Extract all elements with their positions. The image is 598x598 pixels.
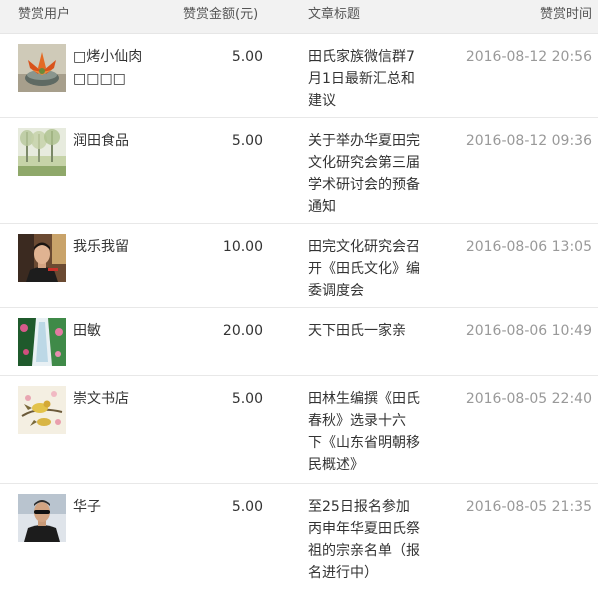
article-title[interactable]: 田林生编撰《田氏春秋》选录十六 下《山东省明朝移民概述》	[308, 388, 420, 476]
username[interactable]: 华子	[73, 496, 143, 518]
reward-amount: 5.00	[231, 391, 263, 407]
reward-amount: 10.00	[222, 239, 263, 255]
table-row[interactable]: □烤小仙肉□□□□ 5.00 田氏家族微信群7月1日最新汇总和建议 2016-0…	[0, 34, 598, 118]
article-title[interactable]: 田完文化研究会召开《田氏文化》编委调度会	[308, 236, 420, 302]
username[interactable]: 我乐我留	[73, 236, 143, 258]
man-sunglasses-avatar[interactable]	[18, 494, 66, 542]
reward-time: 2016-08-06 10:49	[465, 323, 592, 339]
reward-table: 赞赏用户 赞赏金额(元) 文章标题 赞赏时间 □烤小仙肉□□□□ 5.00 田氏…	[0, 0, 598, 598]
table-row[interactable]: 崇文书店 5.00 田林生编撰《田氏春秋》选录十六 下《山东省明朝移民概述》 2…	[0, 376, 598, 484]
man-portrait-avatar[interactable]	[18, 234, 66, 282]
bird-painting-avatar[interactable]	[18, 386, 66, 434]
username[interactable]: 润田食品	[73, 130, 143, 152]
article-title[interactable]: 至25日报名参加丙申年华夏田氏祭祖的宗亲名单（报名进行中）	[308, 496, 420, 584]
username[interactable]: 崇文书店	[73, 388, 143, 410]
table-row[interactable]: 田敏 20.00 天下田氏一家亲 2016-08-06 10:49	[0, 308, 598, 376]
column-header-title: 文章标题	[308, 7, 361, 22]
column-header-time: 赞赏时间	[539, 7, 592, 22]
column-header-amount: 赞赏金额(元)	[183, 7, 259, 22]
misty-trees-avatar[interactable]	[18, 128, 66, 176]
article-title[interactable]: 田氏家族微信群7月1日最新汇总和建议	[308, 46, 420, 112]
reward-time: 2016-08-12 09:36	[465, 133, 592, 149]
article-title[interactable]: 天下田氏一家亲	[308, 320, 420, 342]
table-row[interactable]: 润田食品 5.00 关于举办华夏田完文化研究会第三届学术研讨会的预备通知 201…	[0, 118, 598, 224]
reward-time: 2016-08-12 20:56	[465, 49, 592, 65]
table-row[interactable]: 华子 5.00 至25日报名参加丙申年华夏田氏祭祖的宗亲名单（报名进行中） 20…	[0, 484, 598, 598]
reward-amount: 5.00	[231, 499, 263, 515]
reward-amount: 5.00	[231, 49, 263, 65]
flower-bowl-avatar[interactable]	[18, 44, 66, 92]
article-title[interactable]: 关于举办华夏田完文化研究会第三届学术研讨会的预备通知	[308, 130, 420, 218]
column-header-user: 赞赏用户	[18, 7, 71, 22]
table-header: 赞赏用户 赞赏金额(元) 文章标题 赞赏时间	[0, 0, 598, 34]
reward-time: 2016-08-05 22:40	[465, 391, 592, 407]
table-row[interactable]: 我乐我留 10.00 田完文化研究会召开《田氏文化》编委调度会 2016-08-…	[0, 224, 598, 308]
reward-amount: 5.00	[231, 133, 263, 149]
username[interactable]: 田敏	[73, 320, 143, 342]
reward-amount: 20.00	[222, 323, 263, 339]
waterfall-avatar[interactable]	[18, 318, 66, 366]
reward-time: 2016-08-05 21:35	[465, 499, 592, 515]
username[interactable]: □烤小仙肉□□□□	[73, 46, 143, 90]
reward-time: 2016-08-06 13:05	[465, 239, 592, 255]
